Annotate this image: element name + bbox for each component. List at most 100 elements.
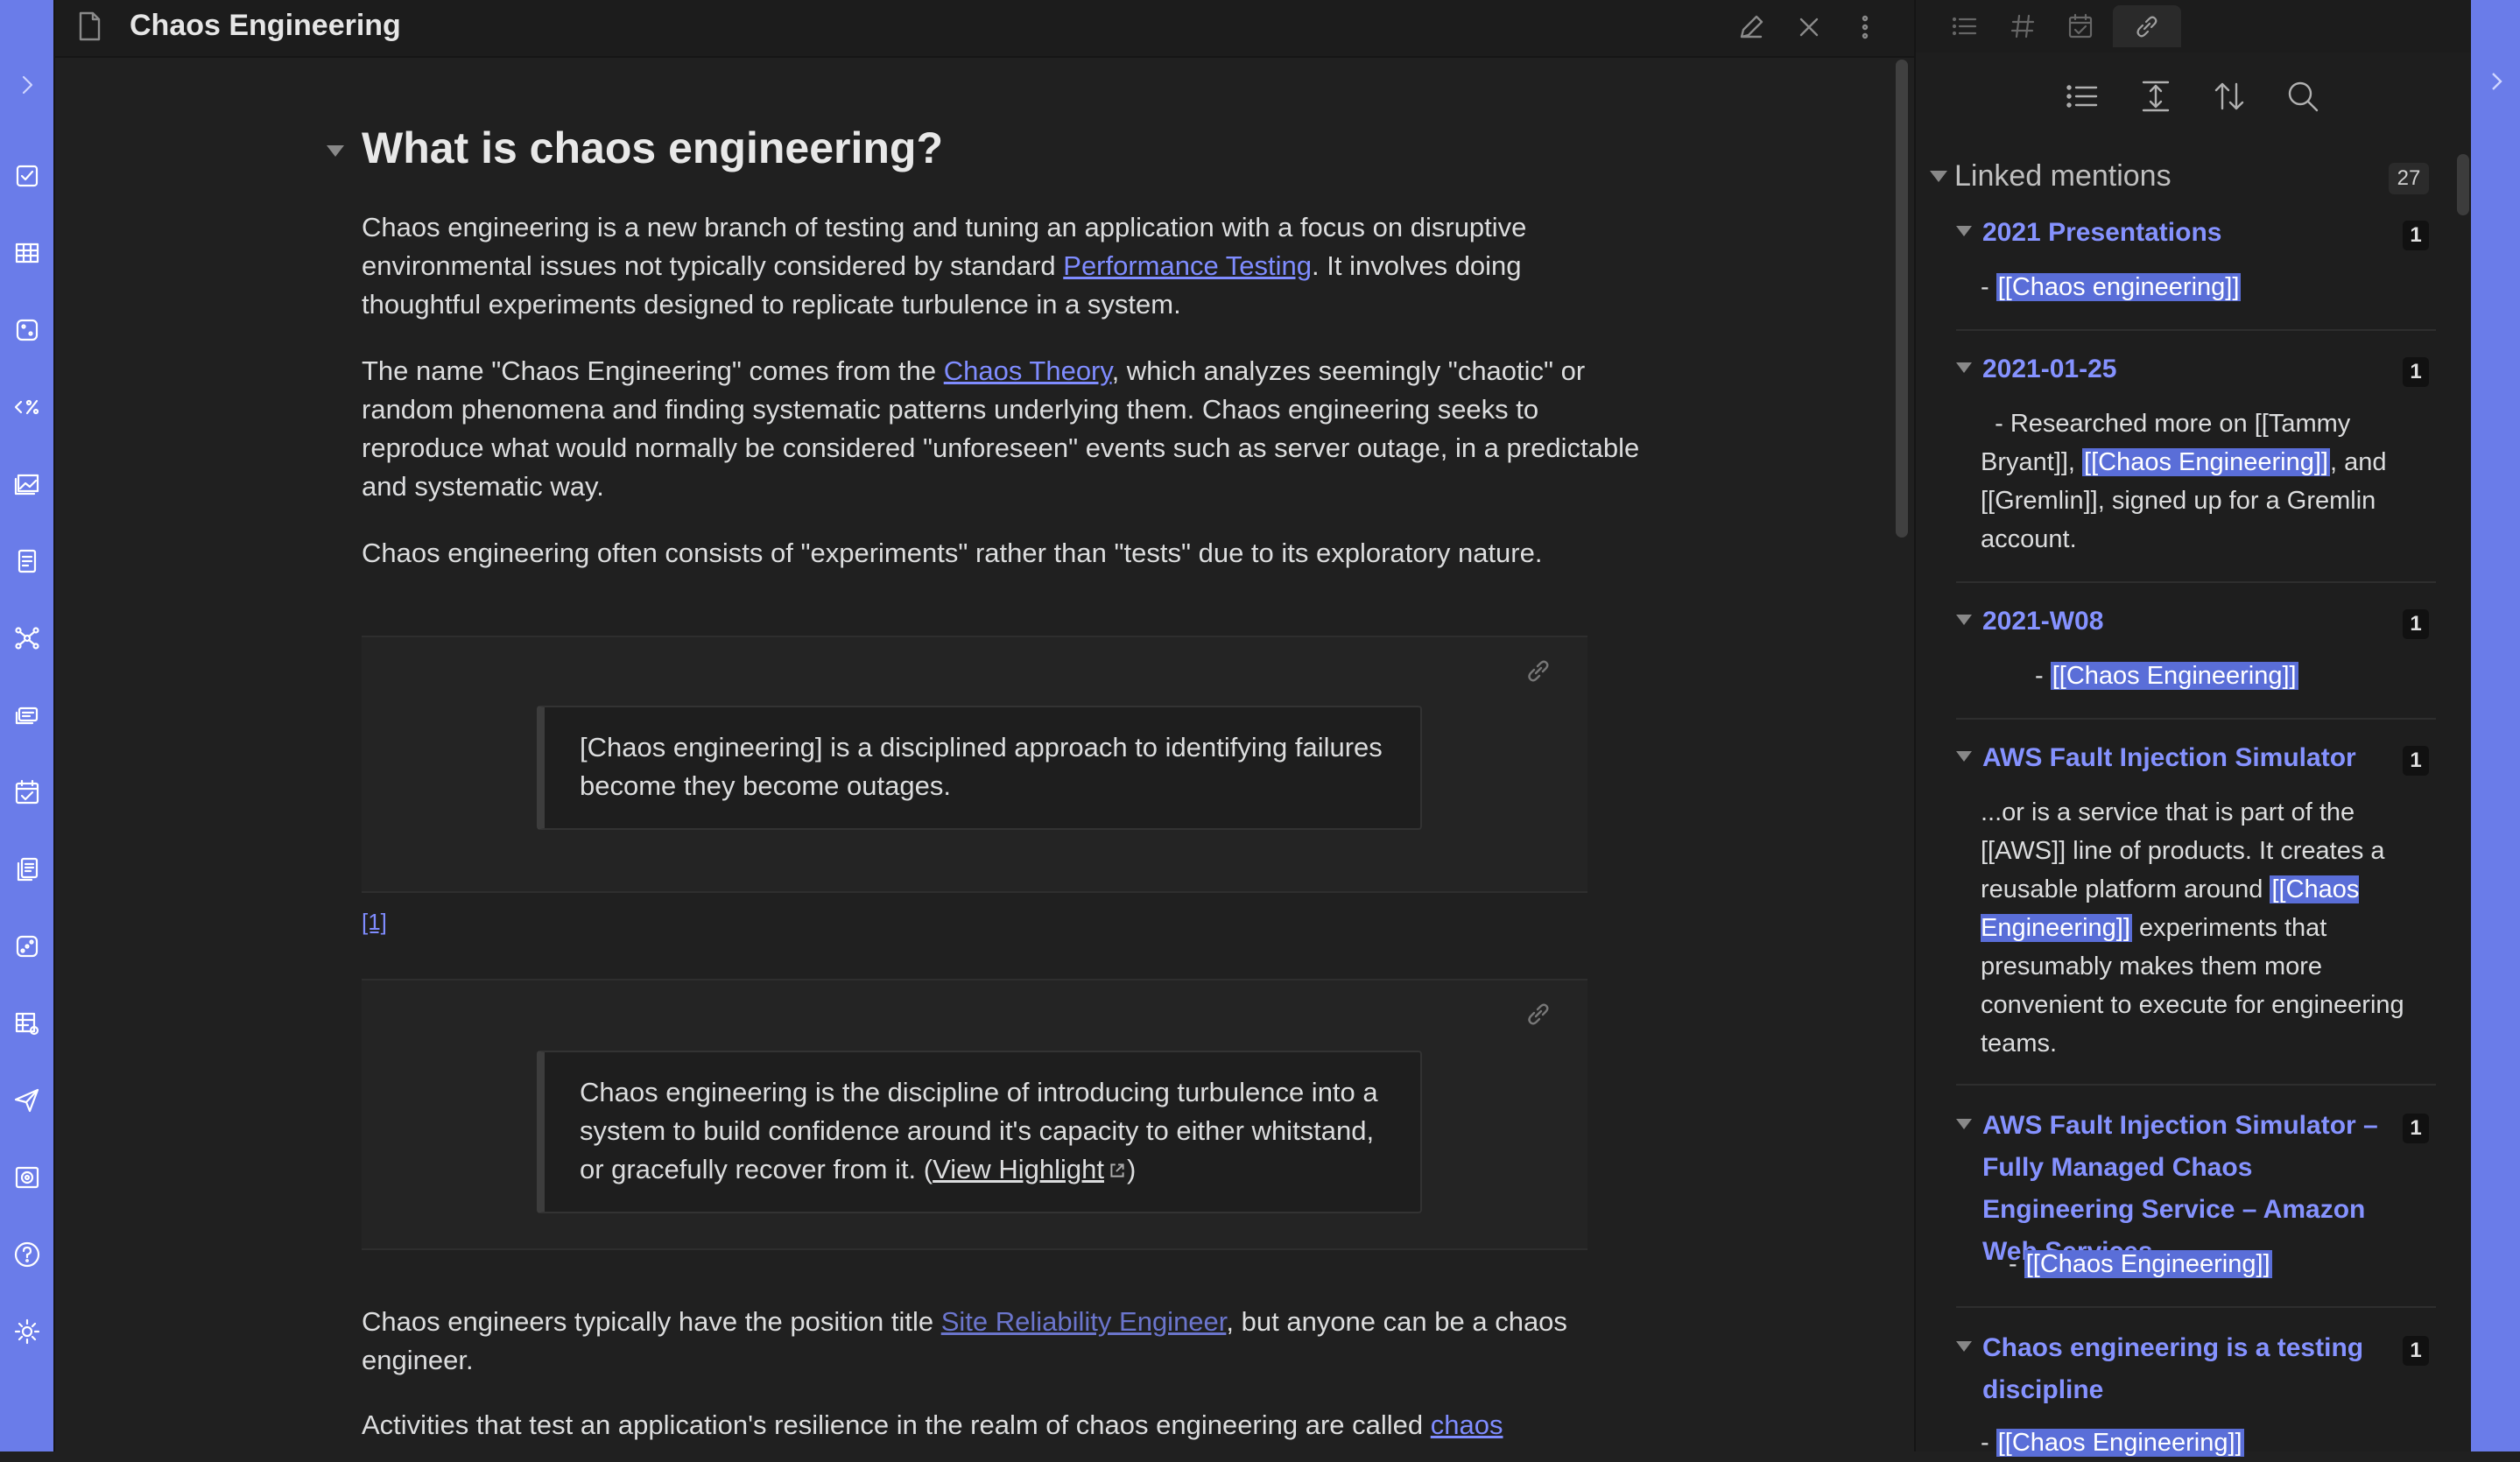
paragraph-sre: Chaos engineers typically have the posit… bbox=[362, 1303, 1640, 1380]
gallery-icon[interactable] bbox=[12, 469, 42, 499]
mention-context[interactable]: - [[Chaos Engineering]] bbox=[2035, 657, 2473, 695]
backlinks-scrollbar[interactable] bbox=[2457, 154, 2469, 215]
highlight: [[Chaos engineering]] bbox=[1996, 273, 2242, 301]
calendar-check-icon bbox=[2068, 13, 2093, 39]
list-icon bbox=[1952, 17, 1977, 36]
link-icon[interactable] bbox=[1523, 655, 1554, 686]
right-ribbon bbox=[2471, 0, 2520, 1451]
mention-title[interactable]: Chaos engineering is a testing disciplin… bbox=[1982, 1327, 2394, 1411]
mention-context[interactable]: - [[Chaos Engineering]] bbox=[1981, 1423, 2418, 1462]
link-performance-testing[interactable]: Performance Testing bbox=[1063, 250, 1312, 281]
collapse-icon[interactable] bbox=[1956, 226, 1972, 236]
mention-context[interactable]: ...or is a service that is part of the [… bbox=[1981, 793, 2427, 1063]
text: - bbox=[1981, 273, 1996, 301]
collapse-heading-icon[interactable] bbox=[327, 145, 344, 157]
dice-alt-icon[interactable] bbox=[12, 931, 42, 961]
collapse-icon[interactable] bbox=[1956, 362, 1972, 373]
search-icon[interactable] bbox=[2284, 77, 2322, 116]
text: The name "Chaos Engineering" comes from … bbox=[362, 355, 944, 386]
link-chaos[interactable]: chaos bbox=[1431, 1409, 1503, 1440]
mention-title[interactable]: 2021-01-25 bbox=[1982, 348, 2394, 390]
tab-tasks[interactable] bbox=[2059, 5, 2101, 47]
note-title: Chaos Engineering bbox=[130, 9, 401, 42]
paragraph-activities: Activities that test an application's re… bbox=[362, 1406, 1640, 1444]
link-site-reliability-engineer[interactable]: Site Reliability Engineer bbox=[941, 1306, 1227, 1337]
more-options-icon[interactable] bbox=[1848, 11, 1882, 44]
help-icon[interactable] bbox=[12, 1240, 42, 1269]
tab-backlinks[interactable] bbox=[2113, 5, 2181, 47]
blockquote-2: Chaos engineering is the discipline of i… bbox=[537, 1051, 1422, 1213]
text: - bbox=[2035, 662, 2051, 690]
highlight: [[Chaos Engineering]] bbox=[2050, 662, 2298, 690]
link-chaos-theory[interactable]: Chaos Theory bbox=[944, 355, 1112, 386]
highlight: [[Chaos Engineering]] bbox=[1996, 1429, 2244, 1457]
divider bbox=[1956, 581, 2436, 583]
mention-count: 1 bbox=[2403, 1114, 2429, 1143]
highlight: [[Chaos Engineering]] bbox=[2082, 448, 2330, 476]
table-icon[interactable] bbox=[12, 238, 42, 268]
sort-icon[interactable] bbox=[2210, 77, 2249, 116]
embed-block-1: [Chaos engineering] is a disciplined app… bbox=[362, 636, 1587, 893]
collapse-results-icon[interactable] bbox=[2063, 77, 2101, 116]
linked-mentions-count: 27 bbox=[2389, 163, 2429, 194]
documents-icon[interactable] bbox=[12, 854, 42, 884]
text: - bbox=[1981, 1429, 1996, 1457]
collapse-icon[interactable] bbox=[1956, 751, 1972, 762]
blockquote-1: [Chaos engineering] is a disciplined app… bbox=[537, 706, 1422, 830]
chevron-right-icon[interactable] bbox=[12, 70, 42, 100]
graph-icon[interactable] bbox=[12, 623, 42, 653]
text: Chaos engineers typically have the posit… bbox=[362, 1306, 941, 1337]
tab-outline[interactable] bbox=[1944, 5, 1986, 47]
collapse-icon[interactable] bbox=[1956, 615, 1972, 625]
editor-header: Chaos Engineering bbox=[55, 0, 1914, 58]
paragraph-experiments: Chaos engineering often consists of "exp… bbox=[362, 538, 1543, 568]
link-icon[interactable] bbox=[1523, 998, 1554, 1030]
note-list-icon[interactable] bbox=[12, 546, 42, 576]
collapse-icon[interactable] bbox=[1956, 1341, 1972, 1352]
close-icon[interactable] bbox=[1792, 11, 1826, 44]
dice-icon[interactable] bbox=[12, 315, 42, 345]
heading-what-is-chaos: What is chaos engineering? bbox=[362, 123, 943, 172]
mention-count: 1 bbox=[2403, 357, 2429, 387]
mention-count: 1 bbox=[2403, 746, 2429, 776]
left-ribbon bbox=[0, 0, 55, 1451]
mention-title[interactable]: 2021-W08 bbox=[1982, 601, 2394, 643]
mention-context[interactable]: - [[Chaos Engineering]] bbox=[2009, 1245, 2446, 1283]
divider bbox=[1956, 329, 2436, 331]
checkbox-icon[interactable] bbox=[12, 161, 42, 191]
quote-text: Chaos engineering is the discipline of i… bbox=[580, 1073, 1385, 1189]
send-icon[interactable] bbox=[12, 1086, 42, 1115]
tab-tags[interactable] bbox=[2002, 5, 2044, 47]
table-settings-icon[interactable] bbox=[12, 1009, 42, 1038]
chevron-right-icon[interactable] bbox=[2483, 68, 2509, 95]
collapse-icon[interactable] bbox=[1956, 1119, 1972, 1129]
settings-icon[interactable] bbox=[12, 1317, 42, 1346]
mention-count: 1 bbox=[2403, 609, 2429, 639]
paragraph-name-origin: The name "Chaos Engineering" comes from … bbox=[362, 352, 1640, 506]
embed-block-2: Chaos engineering is the discipline of i… bbox=[362, 979, 1587, 1250]
calendar-check-icon[interactable] bbox=[12, 777, 42, 807]
mention-title[interactable]: AWS Fault Injection Simulator bbox=[1982, 737, 2394, 779]
cards-icon[interactable] bbox=[12, 700, 42, 730]
editor-pane: Chaos Engineering What is chaos engineer… bbox=[55, 0, 1914, 1451]
highlight: [[Chaos Engineering]] bbox=[2024, 1250, 2272, 1278]
mention-context[interactable]: - Researched more on [[Tammy Bryant]], [… bbox=[1981, 404, 2418, 559]
mention-count: 1 bbox=[2403, 1336, 2429, 1366]
external-link-icon bbox=[1110, 1163, 1124, 1177]
view-highlight-link[interactable]: View Highlight bbox=[933, 1154, 1104, 1184]
footnote-ref[interactable]: [1] bbox=[362, 909, 387, 936]
mention-count: 1 bbox=[2403, 221, 2429, 250]
hashtag-icon bbox=[2010, 14, 2035, 39]
expand-context-icon[interactable] bbox=[2136, 77, 2175, 116]
editor-scrollbar[interactable] bbox=[1896, 60, 1908, 538]
vault-icon[interactable] bbox=[12, 1163, 42, 1192]
linked-mentions-header[interactable]: Linked mentions bbox=[1954, 159, 2172, 193]
quote-text: [Chaos engineering] is a disciplined app… bbox=[580, 732, 1383, 801]
edit-icon[interactable] bbox=[1735, 11, 1768, 44]
mention-title[interactable]: 2021 Presentations bbox=[1982, 212, 2394, 254]
collapse-linked-mentions-icon[interactable] bbox=[1930, 171, 1947, 182]
percent-code-icon[interactable] bbox=[12, 392, 42, 422]
divider bbox=[1956, 1306, 2436, 1308]
text: - bbox=[2009, 1250, 2024, 1278]
mention-context[interactable]: - [[Chaos engineering]] bbox=[1981, 268, 2418, 306]
